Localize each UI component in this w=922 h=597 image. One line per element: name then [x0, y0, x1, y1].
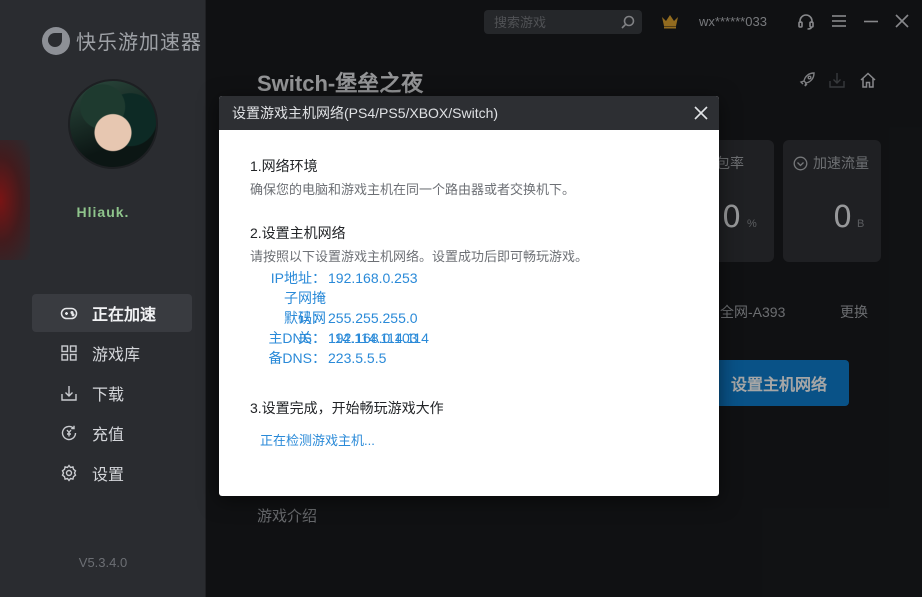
- sidebar-item-label: 游戏库: [92, 347, 141, 364]
- sidebar-item-download[interactable]: 下载: [32, 374, 192, 412]
- network-label: 主DNS：: [268, 330, 326, 346]
- dialog-header: 设置游戏主机网络(PS4/PS5/XBOX/Switch): [219, 96, 719, 130]
- sidebar-item-label: 设置: [92, 467, 125, 484]
- version-label: V5.3.4.0: [78, 555, 128, 570]
- download-icon: [60, 384, 78, 402]
- network-value[interactable]: 114.114.114.114: [328, 330, 429, 346]
- network-row-secondary-dns: 备DNS： 223.5.5.5: [258, 348, 386, 368]
- dialog-title: 设置游戏主机网络(PS4/PS5/XBOX/Switch): [232, 105, 499, 121]
- step-1-title: 1.网络环境: [250, 158, 318, 174]
- network-label: 备DNS：: [268, 350, 326, 366]
- gamepad-icon: [60, 304, 78, 322]
- host-network-dialog: 设置游戏主机网络(PS4/PS5/XBOX/Switch) 1.网络环境 确保您…: [219, 96, 719, 496]
- sidebar-item-accelerating[interactable]: 正在加速: [32, 294, 192, 332]
- sidebar: 快乐游加速器 Hliauk. 正在加速 游戏库 下载 充值 设置 V5.3.4.…: [0, 0, 206, 597]
- step-1-description: 确保您的电脑和游戏主机在同一个路由器或者交换机下。: [250, 182, 576, 197]
- step-2-title: 2.设置主机网络: [250, 225, 346, 241]
- sidebar-item-game-library[interactable]: 游戏库: [32, 334, 192, 372]
- sidebar-item-label: 正在加速: [92, 307, 157, 324]
- sidebar-item-recharge[interactable]: 充值: [32, 414, 192, 452]
- app-logo: 快乐游加速器: [42, 26, 202, 55]
- app-window: 快乐游加速器 Hliauk. 正在加速 游戏库 下载 充值 设置 V5.3.4.…: [0, 0, 922, 597]
- step-3-title: 3.设置完成，开始畅玩游戏大作: [250, 400, 444, 416]
- recharge-icon: [60, 424, 78, 442]
- gear-icon: [60, 464, 78, 482]
- network-row-ip: IP地址： 192.168.0.253: [258, 268, 418, 288]
- logo-icon: [42, 26, 70, 55]
- grid-icon: [60, 344, 78, 362]
- sidebar-item-label: 下载: [92, 387, 125, 404]
- detecting-status: 正在检测游戏主机...: [260, 433, 375, 448]
- avatar[interactable]: [68, 79, 158, 169]
- username: Hliauk.: [76, 204, 130, 220]
- sidebar-item-label: 充值: [92, 427, 125, 444]
- sidebar-nav: 正在加速 游戏库 下载 充值 设置: [32, 294, 192, 494]
- close-icon[interactable]: [693, 105, 709, 121]
- network-value[interactable]: 192.168.0.253: [328, 270, 418, 286]
- sidebar-item-settings[interactable]: 设置: [32, 454, 192, 492]
- step-2-description: 请按照以下设置游戏主机网络。设置成功后即可畅玩游戏。: [250, 249, 589, 264]
- network-row-primary-dns: 主DNS： 114.114.114.114: [258, 328, 429, 348]
- network-value[interactable]: 223.5.5.5: [328, 350, 386, 366]
- network-label: IP地址：: [270, 270, 326, 286]
- sidebar-background-art: [0, 140, 30, 260]
- logo-text: 快乐游加速器: [76, 32, 202, 54]
